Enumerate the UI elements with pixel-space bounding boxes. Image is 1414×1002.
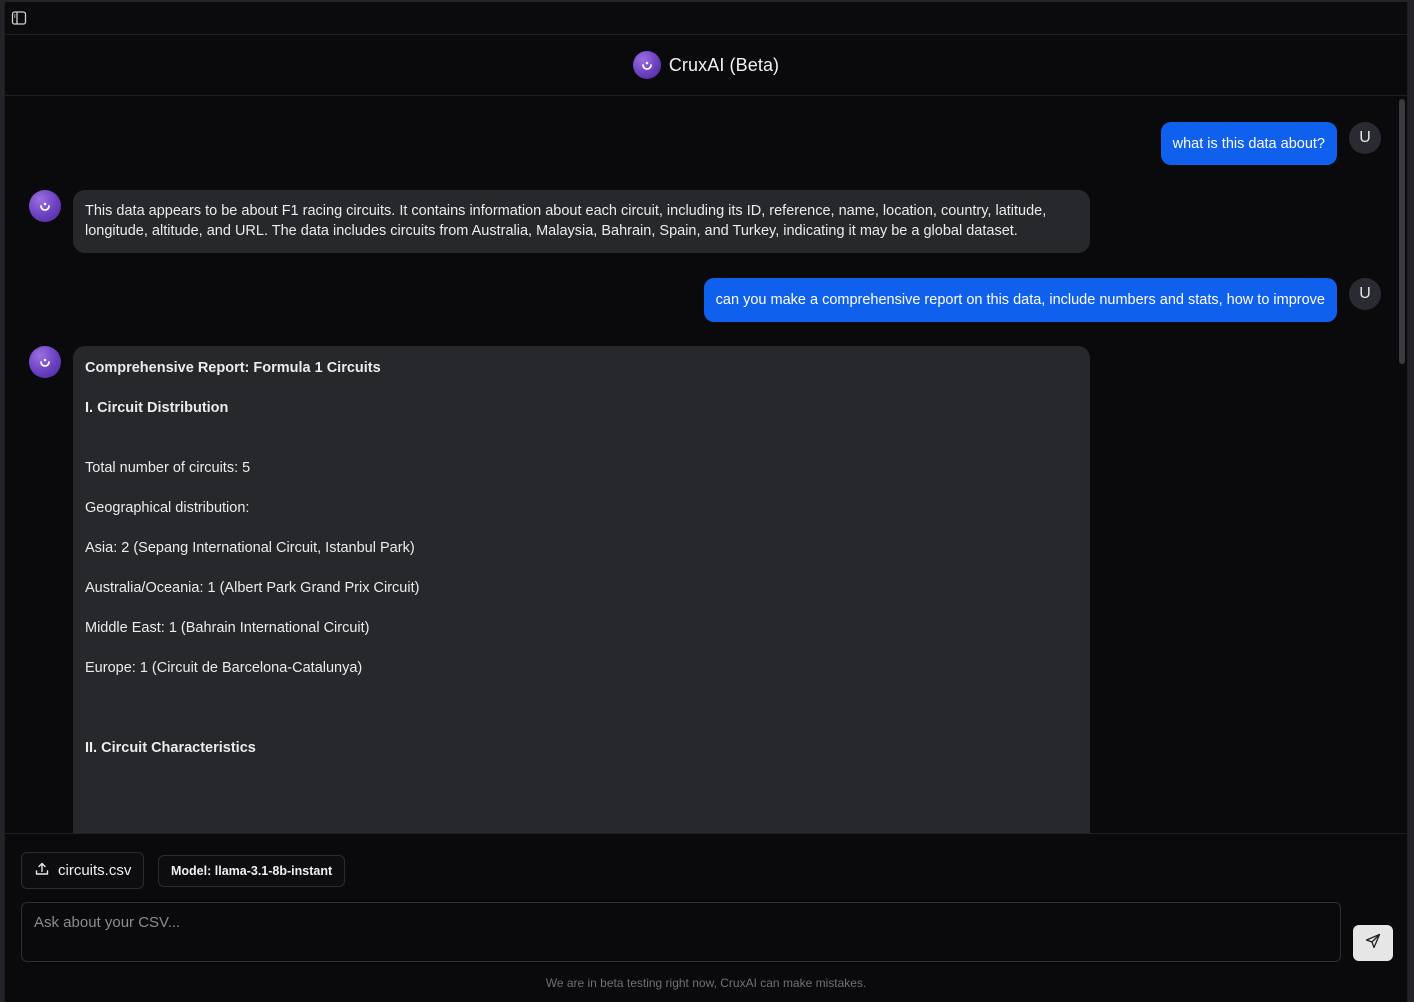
assistant-report-message: Comprehensive Report: Formula 1 Circuits… bbox=[73, 346, 1090, 833]
scrollbar-track[interactable] bbox=[1399, 97, 1405, 833]
upload-file-button[interactable]: circuits.csv bbox=[21, 852, 145, 889]
scrollbar-thumb[interactable] bbox=[1399, 99, 1405, 364]
chat-header: CruxAI (Beta) bbox=[5, 35, 1407, 96]
beta-disclaimer: We are in beta testing right now, CruxAI… bbox=[545, 976, 867, 990]
page-title: CruxAI (Beta) bbox=[668, 54, 780, 75]
report-line: Total number of circuits: 5 bbox=[85, 460, 251, 476]
app-window: CruxAI (Beta) what is this data about? U… bbox=[4, 2, 1408, 1002]
assistant-message-line: longitude, altitude, and URL. The data i… bbox=[85, 223, 1018, 239]
chat-thread[interactable]: what is this data about? U This data app… bbox=[5, 97, 1405, 833]
send-icon bbox=[1365, 933, 1381, 954]
file-name: circuits.csv bbox=[58, 862, 132, 879]
composer-area: circuits.csv Model: llama-3.1-8b-instant… bbox=[5, 833, 1407, 1002]
report-line: Geographical distribution: bbox=[85, 500, 250, 516]
report-line: Australia/Oceania: 1 (Albert Park Grand … bbox=[85, 580, 420, 596]
report-line: Middle East: 1 (Bahrain International Ci… bbox=[85, 620, 370, 636]
user-avatar: U bbox=[1349, 122, 1381, 154]
user-avatar: U bbox=[1349, 278, 1381, 310]
user-message: what is this data about? bbox=[1160, 122, 1337, 165]
send-button[interactable] bbox=[1353, 925, 1393, 961]
report-section-heading: I. Circuit Distribution bbox=[85, 400, 229, 416]
chat-input[interactable] bbox=[21, 902, 1341, 962]
upload-icon bbox=[34, 861, 50, 881]
top-bar bbox=[5, 2, 1407, 35]
assistant-avatar-icon bbox=[29, 346, 61, 378]
report-section-heading: II. Circuit Characteristics bbox=[85, 740, 256, 756]
report-title: Comprehensive Report: Formula 1 Circuits bbox=[85, 360, 381, 376]
assistant-message-line: This data appears to be about F1 racing … bbox=[85, 203, 1047, 219]
assistant-message: This data appears to be about F1 racing … bbox=[73, 190, 1090, 253]
sidebar-toggle-icon[interactable] bbox=[11, 10, 27, 26]
report-line: Asia: 2 (Sepang International Circuit, I… bbox=[85, 540, 415, 556]
model-selector-button[interactable]: Model: llama-3.1-8b-instant bbox=[158, 855, 346, 887]
cruxai-logo-icon bbox=[632, 51, 661, 79]
assistant-avatar-icon bbox=[29, 190, 61, 222]
user-message: can you make a comprehensive report on t… bbox=[703, 278, 1337, 322]
report-line: Europe: 1 (Circuit de Barcelona-Cataluny… bbox=[85, 660, 363, 676]
